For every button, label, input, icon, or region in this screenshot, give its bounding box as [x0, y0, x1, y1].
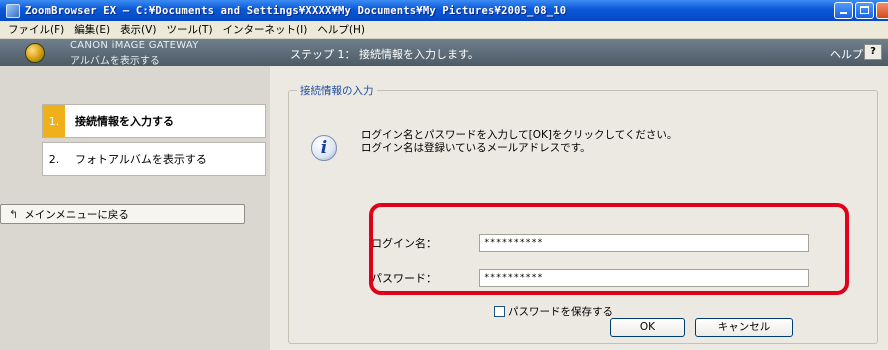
group-title: 接続情報の入力 [297, 83, 377, 98]
window-controls [834, 2, 888, 19]
minimize-icon [840, 12, 847, 14]
connection-info-group: 接続情報の入力 i ログイン名とパスワードを入力して[OK]をクリックしてくださ… [288, 83, 878, 344]
return-arrow-icon: ↰ [9, 207, 19, 221]
maximize-icon [860, 6, 869, 14]
cancel-button[interactable]: キャンセル [695, 318, 793, 337]
back-to-main-menu-button[interactable]: ↰ メインメニューに戻る [0, 204, 245, 224]
menu-file[interactable]: ファイル(F) [3, 22, 69, 37]
gateway-header: CANON iMAGE GATEWAY アルバムを表示する ステップ 1： 接続… [0, 39, 888, 67]
menu-internet[interactable]: インターネット(I) [218, 22, 313, 37]
globe-icon [25, 43, 45, 63]
message-line-2: ログイン名は登録いているメールアドレスです。 [361, 142, 591, 154]
menu-view[interactable]: 表示(V) [115, 22, 161, 37]
menu-tools[interactable]: ツール(T) [161, 22, 217, 37]
main-panel: 接続情報の入力 i ログイン名とパスワードを入力して[OK]をクリックしてくださ… [270, 66, 888, 350]
menu-help[interactable]: ヘルプ(H) [312, 22, 370, 37]
title-bar: ZoomBrowser EX – C:¥Documents and Settin… [0, 0, 888, 21]
menu-bar: ファイル(F) 編集(E) 表示(V) ツール(T) インターネット(I) ヘル… [0, 21, 888, 39]
step-label: 接続情報を入力する [75, 115, 174, 128]
help-button[interactable]: ? [864, 44, 882, 60]
help-label[interactable]: ヘルプ [830, 46, 863, 62]
step-number: 1. [43, 105, 65, 137]
back-button-label: メインメニューに戻る [24, 208, 129, 221]
step-show-photo-album[interactable]: 2. フォトアルバムを表示する [42, 142, 266, 176]
gateway-title: CANON iMAGE GATEWAY [70, 40, 199, 51]
menu-edit[interactable]: 編集(E) [69, 22, 115, 37]
close-button[interactable] [876, 2, 888, 19]
highlight-frame [369, 203, 849, 295]
info-icon: i [311, 135, 337, 161]
step-number: 2. [48, 152, 60, 166]
maximize-button[interactable] [855, 2, 874, 19]
step-enter-connection-info[interactable]: 1. 接続情報を入力する [42, 104, 266, 138]
app-icon [6, 3, 20, 18]
minimize-button[interactable] [834, 2, 853, 19]
instruction-message: ログイン名とパスワードを入力して[OK]をクリックしてください。 ログイン名は登… [361, 129, 677, 155]
save-password-checkbox[interactable] [494, 306, 505, 317]
gateway-subtitle: アルバムを表示する [70, 56, 160, 67]
window-title: ZoomBrowser EX – C:¥Documents and Settin… [25, 4, 567, 17]
ok-button[interactable]: OK [610, 318, 685, 337]
message-line-1: ログイン名とパスワードを入力して[OK]をクリックしてください。 [361, 129, 678, 141]
step-title: ステップ 1： 接続情報を入力します。 [290, 48, 479, 61]
step-label: フォトアルバムを表示する [75, 153, 207, 166]
save-password-row[interactable]: パスワードを保存する [494, 304, 613, 319]
sidebar: 1. 接続情報を入力する 2. フォトアルバムを表示する ↰ メインメニューに戻… [0, 66, 270, 350]
save-password-label: パスワードを保存する [508, 306, 613, 318]
